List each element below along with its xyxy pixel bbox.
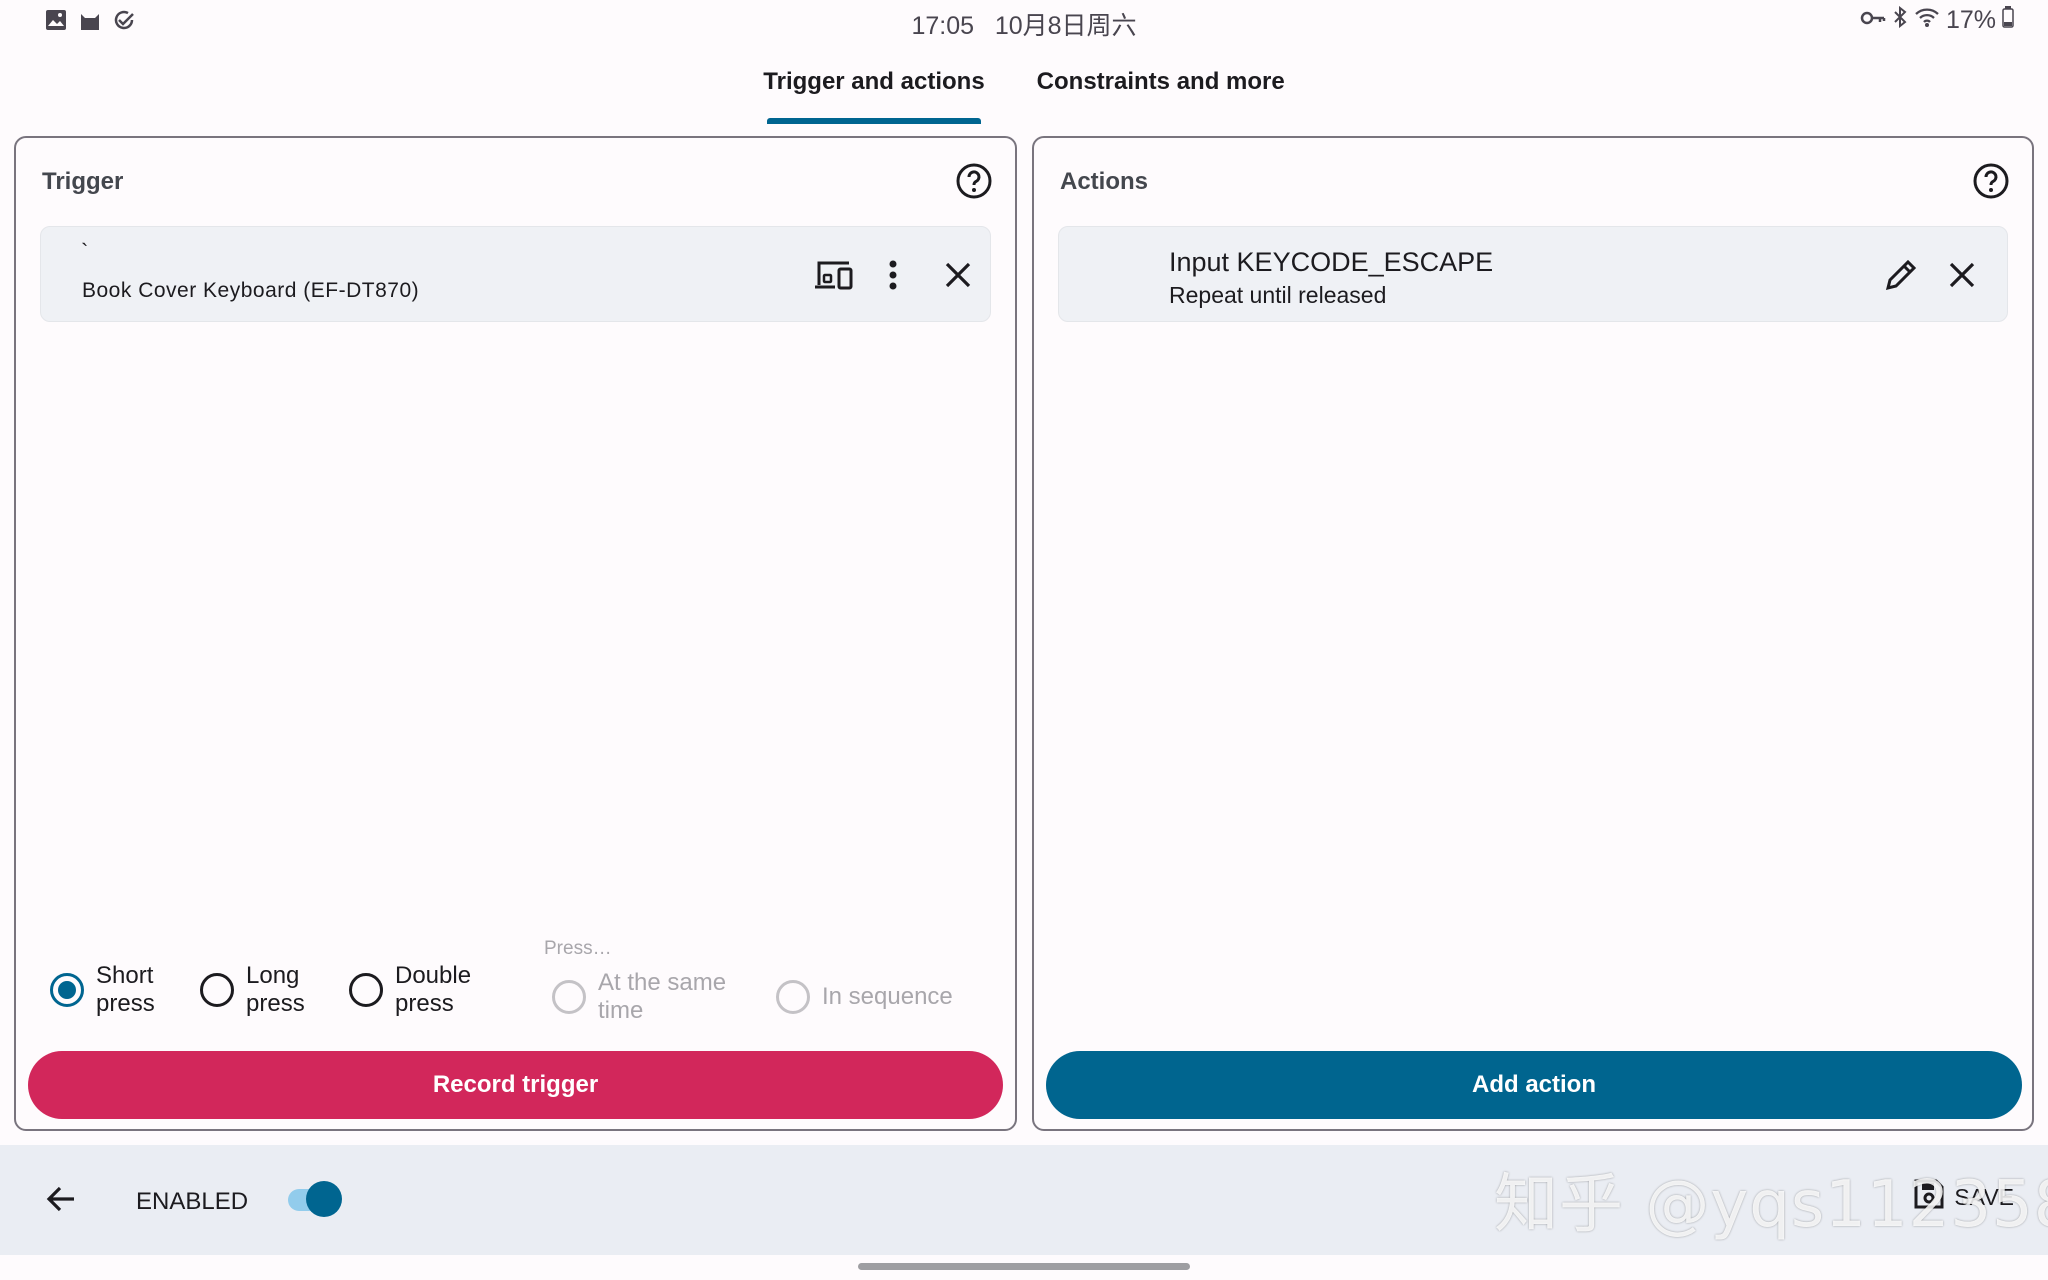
add-action-button[interactable]: Add action	[1046, 1051, 2022, 1119]
actions-title: Actions	[1060, 168, 1149, 195]
trigger-help-icon[interactable]	[955, 162, 993, 200]
radio-indicator	[50, 973, 84, 1007]
tab-indicator	[767, 118, 981, 124]
status-time: 17:05	[911, 12, 974, 40]
save-label: SAVE	[1954, 1183, 2014, 1210]
trigger-device: Book Cover Keyboard (EF-DT870)	[82, 279, 420, 302]
actions-card: Actions Input KEYCODE_ESCAPE Repeat unti…	[1032, 136, 2034, 1131]
enabled-label: ENABLED	[136, 1188, 249, 1215]
radio-double-press[interactable]: Double press	[349, 962, 471, 1018]
close-icon[interactable]	[936, 253, 980, 297]
close-icon[interactable]	[1940, 253, 1984, 297]
status-date: 10月8日周六	[994, 12, 1137, 40]
radio-label: Double press	[395, 962, 472, 1017]
trigger-key-item[interactable]: ` Book Cover Keyboard (EF-DT870)	[40, 226, 991, 322]
home-indicator[interactable]	[858, 1263, 1190, 1270]
vpn-key-icon	[1860, 6, 1886, 35]
more-vert-icon[interactable]	[871, 253, 915, 297]
trigger-title: Trigger	[42, 168, 124, 195]
radio-label: In sequence	[822, 983, 953, 1010]
radio-indicator	[552, 980, 586, 1014]
edit-icon[interactable]	[1879, 253, 1923, 297]
tab-constraints-and-more[interactable]: Constraints and more	[1011, 60, 1311, 122]
action-item[interactable]: Input KEYCODE_ESCAPE Repeat until releas…	[1058, 226, 2008, 322]
trigger-card: Trigger ` Book Cover Keyboard (EF-DT870)…	[14, 136, 1017, 1131]
radio-in-sequence[interactable]: In sequence	[776, 980, 953, 1014]
switch-thumb	[306, 1181, 342, 1217]
actions-help-icon[interactable]	[1972, 162, 2010, 200]
radio-label: Short press	[96, 962, 155, 1017]
back-arrow-icon[interactable]	[40, 1177, 84, 1221]
press-mode-label: Press…	[544, 938, 612, 959]
tab-bar: Trigger and actions Constraints and more	[0, 60, 2048, 126]
action-title: Input KEYCODE_ESCAPE	[1169, 247, 1494, 277]
radio-long-press[interactable]: Long press	[200, 962, 305, 1018]
radio-label: Long press	[246, 962, 305, 1017]
radio-at-same-time[interactable]: At the same time	[552, 969, 726, 1025]
devices-icon[interactable]	[811, 253, 855, 297]
bottom-app-bar: ENABLED SAVE 知乎 @yqs112358	[0, 1145, 2048, 1255]
status-bar: 17:05 10月8日周六 17%	[0, 0, 2048, 40]
tab-label: Trigger and actions	[763, 68, 985, 95]
battery-icon	[2002, 6, 2014, 35]
status-clock: 17:05 10月8日周六	[0, 6, 2048, 42]
record-trigger-button[interactable]: Record trigger	[28, 1051, 1003, 1119]
bluetooth-icon	[1892, 5, 1908, 35]
radio-indicator	[776, 980, 810, 1014]
trigger-key: `	[81, 239, 89, 264]
battery-percent: 17%	[1945, 6, 1996, 34]
radio-short-press[interactable]: Short press	[50, 962, 155, 1018]
status-icons-right: 17%	[1860, 5, 2014, 35]
radio-indicator	[349, 973, 383, 1007]
radio-indicator	[200, 973, 234, 1007]
save-button[interactable]: SAVE	[1912, 1177, 2014, 1217]
save-icon	[1912, 1177, 1946, 1217]
wifi-icon	[1914, 6, 1940, 35]
enabled-switch[interactable]	[284, 1179, 344, 1219]
action-subtitle: Repeat until released	[1169, 282, 1387, 308]
radio-label: At the same time	[598, 969, 727, 1024]
tab-label: Constraints and more	[1036, 68, 1285, 95]
tab-trigger-and-actions[interactable]: Trigger and actions	[737, 60, 1010, 124]
